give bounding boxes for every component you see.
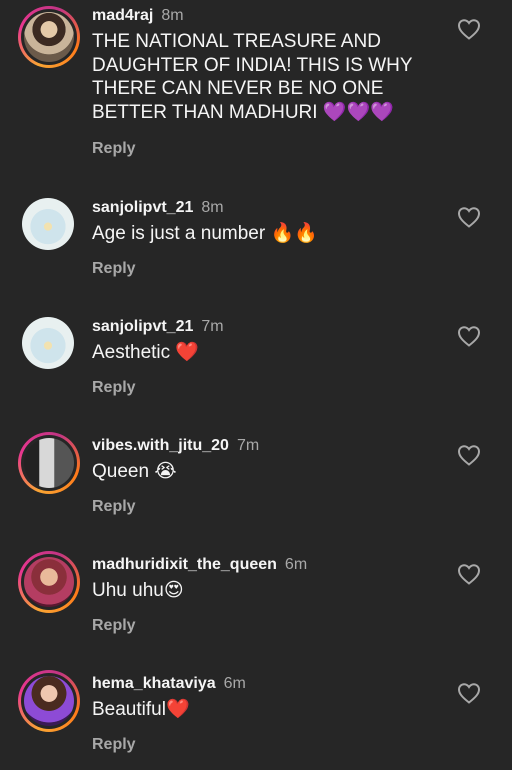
reply-button[interactable]: Reply <box>92 260 136 278</box>
comment-meta: hema_khataviya 6m <box>92 674 246 694</box>
heart-outline-icon[interactable] <box>457 444 481 466</box>
timestamp: 6m <box>223 675 246 692</box>
avatar-image <box>22 317 74 369</box>
avatar-image <box>24 438 74 488</box>
reply-button[interactable]: Reply <box>92 736 136 754</box>
avatar[interactable] <box>18 6 80 68</box>
comment-meta: mad4raj 8m <box>92 6 184 26</box>
avatar[interactable] <box>22 198 74 250</box>
comment-text: Uhu uhu😍 <box>92 580 184 601</box>
avatar[interactable] <box>18 670 80 732</box>
comment-meta: vibes.with_jitu_20 7m <box>92 436 259 456</box>
avatar-image <box>24 676 74 726</box>
comment-meta: madhuridixit_the_queen 6m <box>92 555 307 575</box>
comment-text: THE NATIONAL TREASURE AND DAUGHTER OF IN… <box>92 31 418 123</box>
comment-meta: sanjolipvt_21 7m <box>92 317 224 337</box>
avatar[interactable] <box>18 432 80 494</box>
heart-outline-icon[interactable] <box>457 18 481 40</box>
avatar[interactable] <box>22 317 74 369</box>
username[interactable]: sanjolipvt_21 <box>92 318 193 335</box>
comment-text: Beautiful❤️ <box>92 699 190 720</box>
reply-button[interactable]: Reply <box>92 140 136 158</box>
username[interactable]: vibes.with_jitu_20 <box>92 437 229 454</box>
timestamp: 7m <box>201 318 224 335</box>
comment-meta: sanjolipvt_21 8m <box>92 198 224 218</box>
timestamp: 7m <box>236 437 260 454</box>
avatar[interactable] <box>18 551 80 613</box>
avatar-image <box>22 198 74 250</box>
timestamp: 8m <box>161 7 184 24</box>
username[interactable]: madhuridixit_the_queen <box>92 556 277 573</box>
heart-outline-icon[interactable] <box>457 682 481 704</box>
reply-button[interactable]: Reply <box>92 617 136 635</box>
avatar-image <box>24 12 74 62</box>
comment-text: Age is just a number 🔥🔥 <box>92 223 318 244</box>
username[interactable]: hema_khataviya <box>92 675 216 692</box>
heart-outline-icon[interactable] <box>457 563 481 585</box>
heart-outline-icon[interactable] <box>457 325 481 347</box>
username[interactable]: mad4raj <box>92 7 153 24</box>
timestamp: 8m <box>201 199 224 216</box>
avatar-image <box>24 557 74 607</box>
heart-outline-icon[interactable] <box>457 206 481 228</box>
reply-button[interactable]: Reply <box>92 498 136 516</box>
comment-text: Queen 😭 <box>92 461 177 482</box>
timestamp: 6m <box>284 556 308 573</box>
comment-text: Aesthetic ❤️ <box>92 342 200 363</box>
reply-button[interactable]: Reply <box>92 379 136 397</box>
username[interactable]: sanjolipvt_21 <box>92 199 193 216</box>
